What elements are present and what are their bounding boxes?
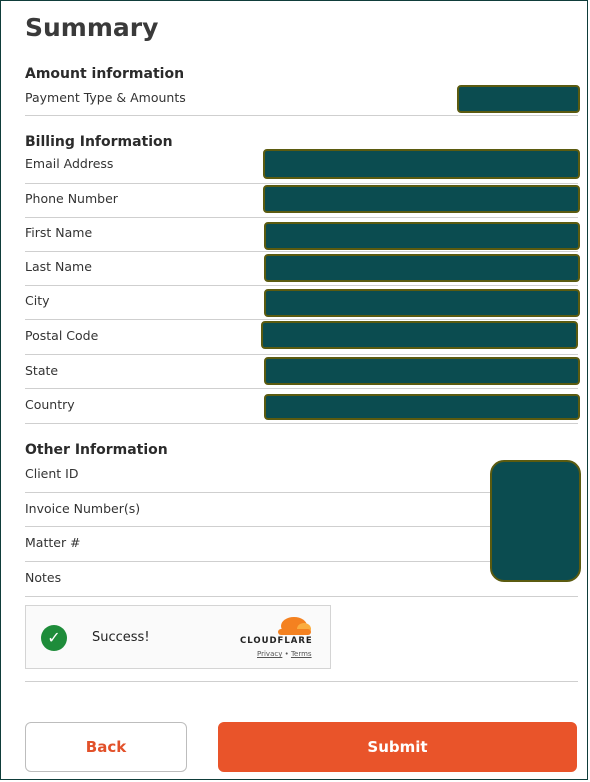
row-label: Email Address: [25, 156, 114, 171]
row-label: Invoice Number(s): [25, 501, 141, 516]
row-label: Last Name: [25, 259, 92, 274]
row-label: Notes: [25, 570, 62, 585]
captcha-widget[interactable]: ✓ Success! CLOUDFLARE Privacy • Terms: [25, 605, 331, 669]
redacted-value: [264, 289, 580, 317]
redacted-value: [261, 321, 578, 349]
row-label: Phone Number: [25, 191, 118, 206]
section-heading-amount: Amount information: [25, 66, 185, 82]
section-heading-other: Other Information: [25, 442, 168, 458]
row-label: Country: [25, 397, 75, 412]
row-label: State: [25, 363, 59, 378]
redacted-value: [264, 254, 580, 282]
redacted-value: [457, 85, 580, 113]
row-label: Payment Type & Amounts: [25, 90, 186, 105]
submit-button[interactable]: Submit: [218, 722, 577, 772]
captcha-status: Success!: [92, 630, 150, 645]
link-separator: •: [284, 650, 289, 658]
cloudflare-logo-text: CLOUDFLARE: [240, 636, 313, 646]
privacy-link[interactable]: Privacy: [257, 650, 282, 658]
row-label: City: [25, 293, 50, 308]
row-label: Client ID: [25, 466, 79, 481]
terms-link[interactable]: Terms: [291, 650, 312, 658]
redacted-value: [263, 185, 580, 213]
redacted-value: [263, 149, 580, 179]
row-label: Matter #: [25, 535, 81, 550]
divider: [25, 681, 578, 682]
page-title: Summary: [25, 13, 159, 42]
redacted-value: [490, 460, 581, 582]
checkmark-icon: ✓: [41, 625, 67, 651]
back-button[interactable]: Back: [25, 722, 187, 772]
captcha-links: Privacy • Terms: [257, 650, 312, 658]
section-heading-billing: Billing Information: [25, 134, 173, 150]
cloudflare-cloud-icon: [278, 617, 311, 635]
redacted-value: [264, 357, 580, 385]
redacted-value: [264, 222, 580, 250]
redacted-value: [264, 394, 580, 420]
row-label: Postal Code: [25, 328, 99, 343]
row-label: First Name: [25, 225, 93, 240]
